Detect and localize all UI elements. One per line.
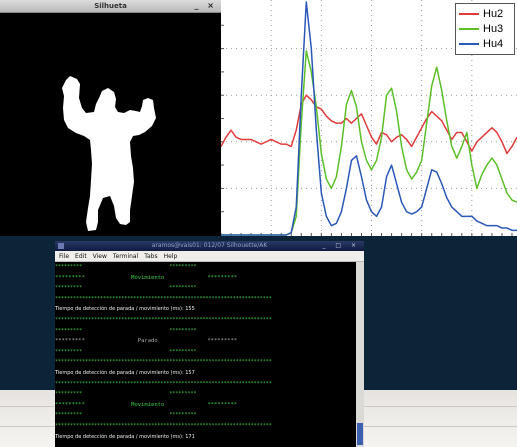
terminal-titlebar[interactable]: aramos@vais01: 012/07 Silhouette/AK _ □ … bbox=[55, 241, 364, 251]
legend-item-hu3: Hu3 bbox=[459, 22, 503, 36]
silhouette-title: Silhueta bbox=[94, 2, 127, 10]
terminal-window: aramos@vais01: 012/07 Silhouette/AK _ □ … bbox=[55, 241, 364, 447]
menu-tabs[interactable]: Tabs bbox=[144, 253, 157, 260]
legend-label-hu2: Hu2 bbox=[483, 8, 504, 20]
terminal-state-line: ********* Parado ********* bbox=[55, 338, 238, 345]
terminal-state-line: ********* Movimiento ********* bbox=[55, 401, 238, 408]
silhouette-window: Silhueta _ × bbox=[0, 0, 221, 236]
terminal-separator-line: ********* ********* bbox=[55, 264, 197, 270]
legend-label-hu3: Hu3 bbox=[483, 23, 504, 35]
silhouette-window-buttons[interactable]: _ × bbox=[195, 0, 218, 12]
terminal-window-buttons[interactable]: _ □ × bbox=[322, 241, 360, 251]
terminal-state-line: ********* Movimiento ********* bbox=[55, 274, 238, 281]
menu-edit[interactable]: Edit bbox=[75, 253, 87, 260]
legend-item-hu2: Hu2 bbox=[459, 7, 503, 21]
menu-terminal[interactable]: Terminal bbox=[113, 253, 138, 260]
terminal-separator-line: ********* ********* bbox=[55, 285, 197, 292]
terminal-separator-line: ****************************************… bbox=[55, 380, 272, 387]
terminal-timing-line: Tiempo de detección de parada / movimien… bbox=[55, 370, 195, 376]
terminal-scrollbar[interactable] bbox=[356, 262, 364, 447]
scrollbar-thumb[interactable] bbox=[357, 423, 363, 445]
menu-help[interactable]: Help bbox=[164, 253, 178, 260]
terminal-separator-line: ****************************************… bbox=[55, 423, 272, 429]
terminal-timing-line: Tiempo de detección de parada / movimien… bbox=[55, 433, 195, 440]
terminal-separator-line: ****************************************… bbox=[55, 317, 272, 323]
terminal-timing-line: Tiempo de detección de parada / movimien… bbox=[55, 306, 195, 313]
legend-item-hu4: Hu4 bbox=[459, 37, 503, 51]
terminal-separator-line: ********* ********* bbox=[55, 348, 197, 355]
legend-swatch-hu4 bbox=[459, 43, 479, 45]
terminal-separator-line: ********* ********* bbox=[55, 391, 197, 398]
menu-file[interactable]: File bbox=[59, 253, 69, 260]
terminal-separator-line: ********* ********* bbox=[55, 327, 197, 334]
chart-legend: Hu2 Hu3 Hu4 bbox=[455, 3, 515, 55]
hu-moments-chart: Hu2 Hu3 Hu4 bbox=[220, 0, 517, 236]
terminal-separator-line: ********* ********* bbox=[55, 412, 197, 419]
menu-view[interactable]: View bbox=[93, 253, 107, 260]
terminal-separator-line: ****************************************… bbox=[55, 295, 272, 302]
terminal-menubar: File Edit View Terminal Tabs Help bbox=[55, 251, 364, 262]
legend-swatch-hu2 bbox=[459, 13, 479, 15]
legend-label-hu4: Hu4 bbox=[483, 38, 504, 50]
legend-swatch-hu3 bbox=[459, 28, 479, 30]
series-line-hu2 bbox=[220, 94, 517, 155]
terminal-title: aramos@vais01: 012/07 Silhouette/AK bbox=[151, 242, 268, 249]
person-silhouette bbox=[62, 76, 156, 231]
terminal-separator-line: ****************************************… bbox=[55, 359, 272, 366]
terminal-output[interactable]: ********* ********* ********* Movimiento … bbox=[55, 262, 355, 447]
silhouette-image bbox=[62, 76, 156, 231]
